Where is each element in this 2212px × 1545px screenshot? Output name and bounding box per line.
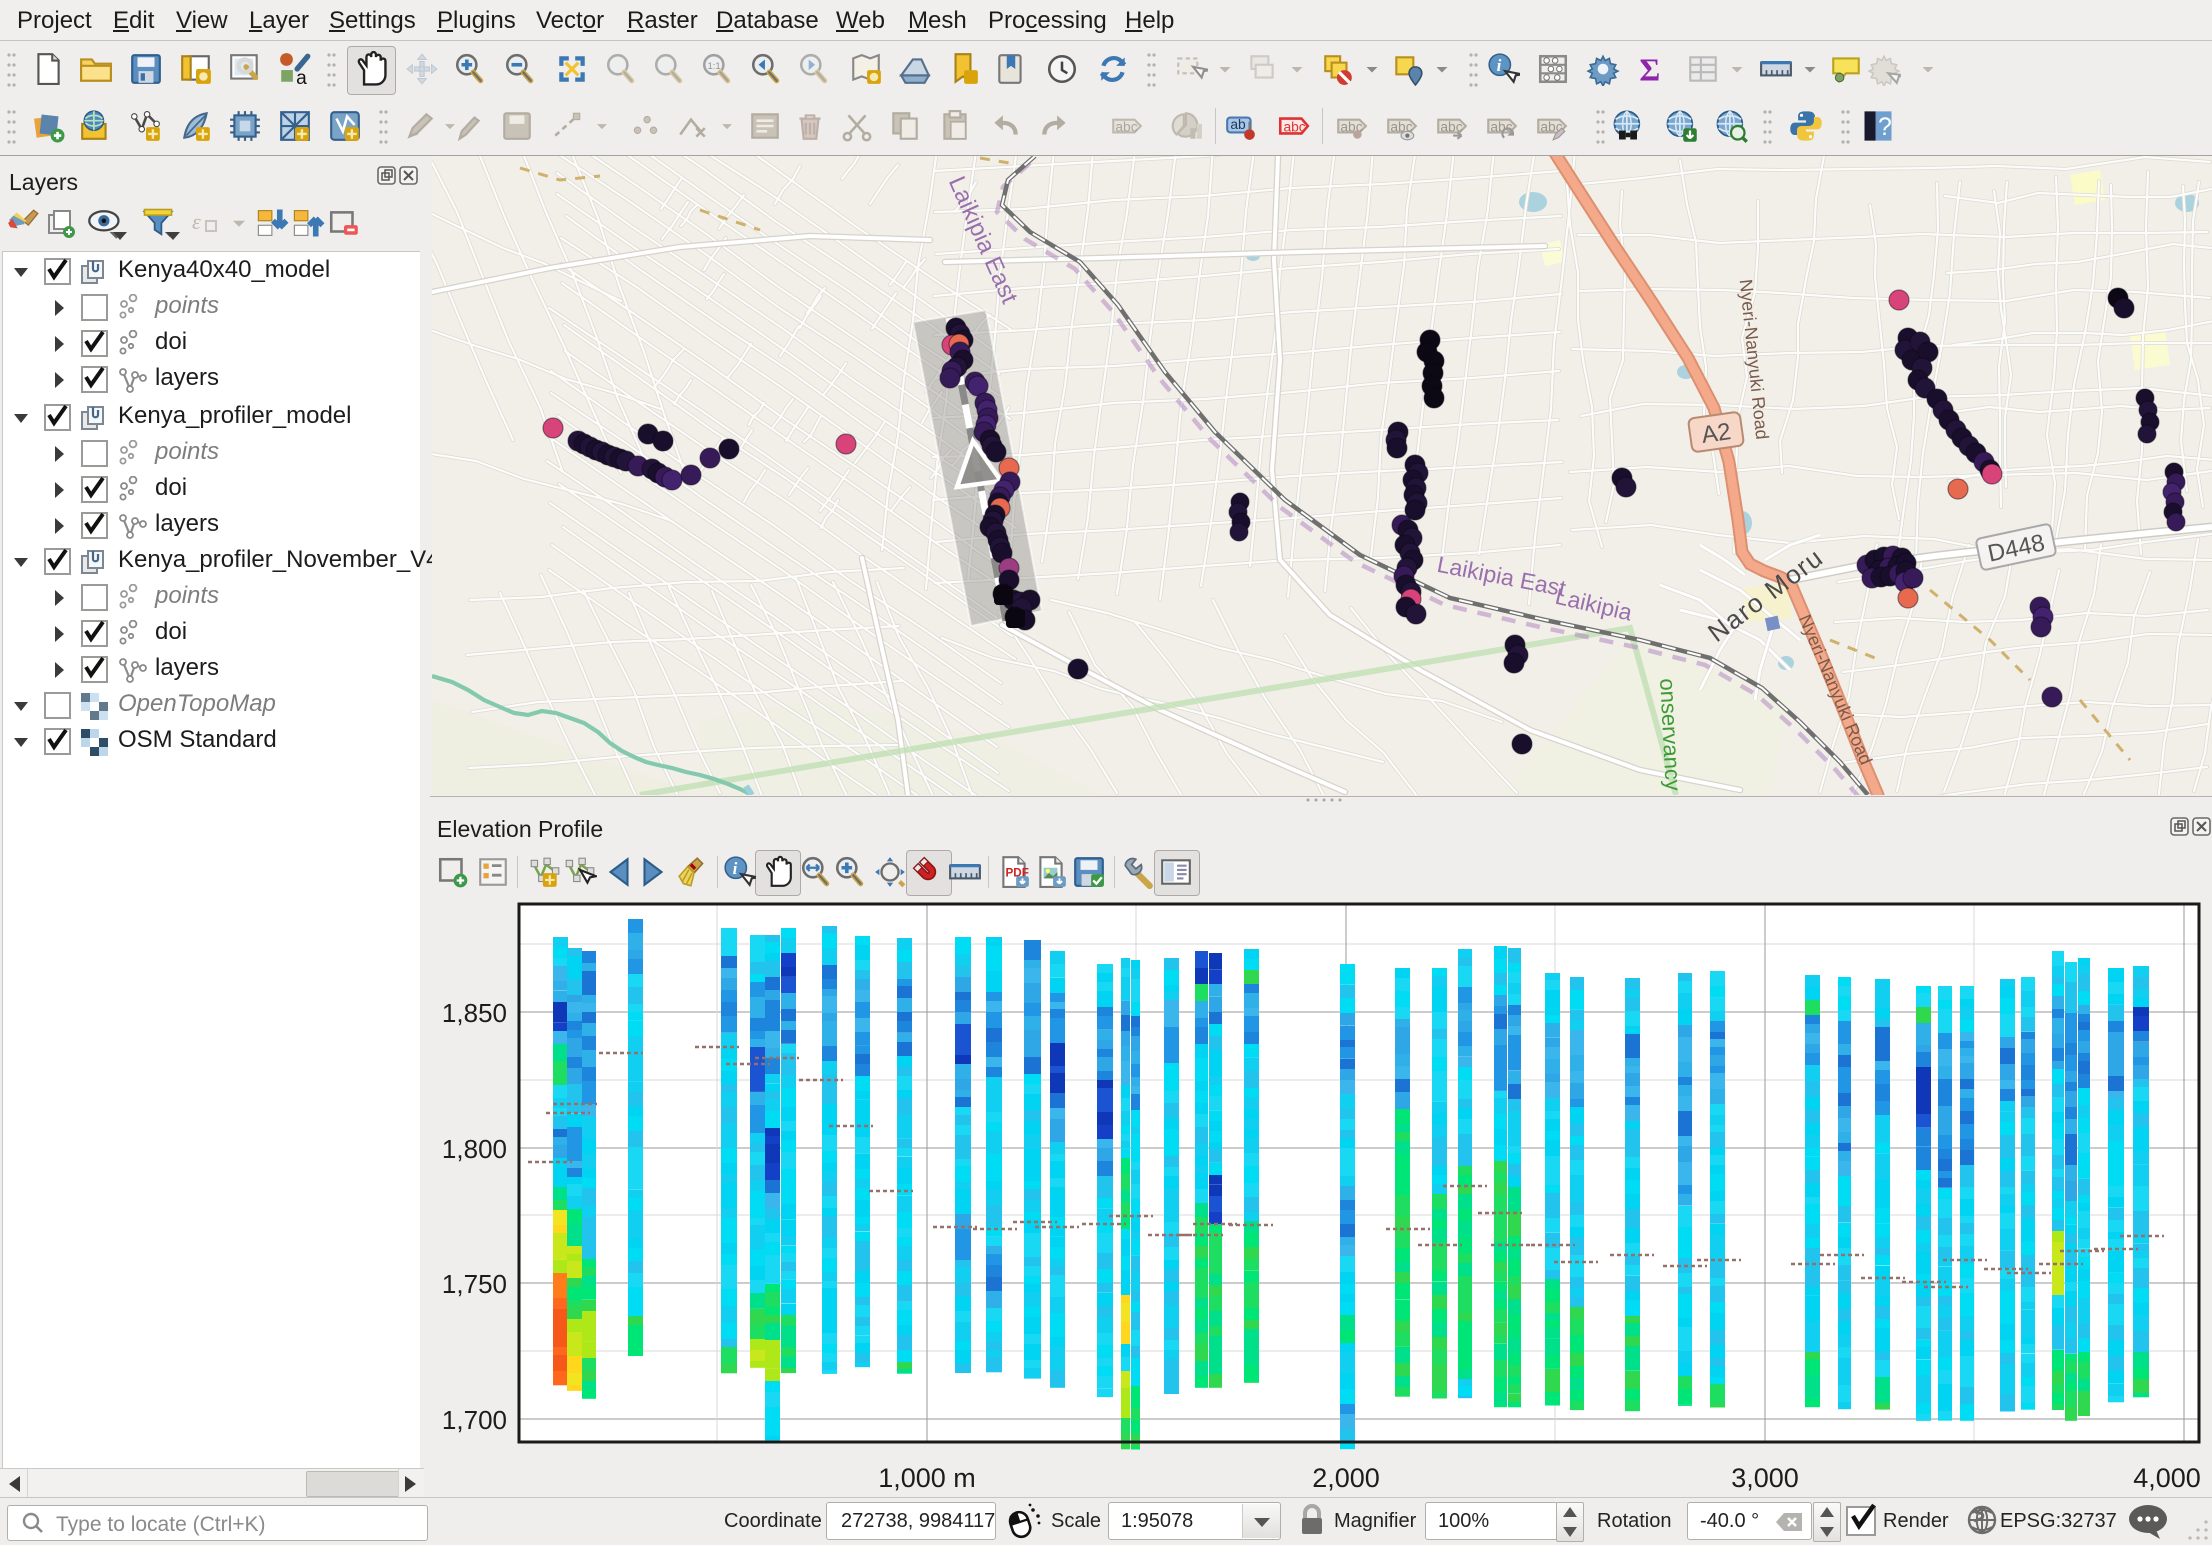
svg-text:3,000: 3,000: [1731, 1463, 1799, 1493]
svg-text:1,750: 1,750: [442, 1269, 507, 1299]
svg-text:1,700: 1,700: [442, 1405, 507, 1435]
svg-text:4,000: 4,000: [2133, 1463, 2201, 1493]
svg-text:1,850: 1,850: [442, 998, 507, 1028]
svg-text:1,000 m: 1,000 m: [878, 1463, 976, 1493]
svg-text:2,000: 2,000: [1312, 1463, 1380, 1493]
svg-text:1,800: 1,800: [442, 1134, 507, 1164]
